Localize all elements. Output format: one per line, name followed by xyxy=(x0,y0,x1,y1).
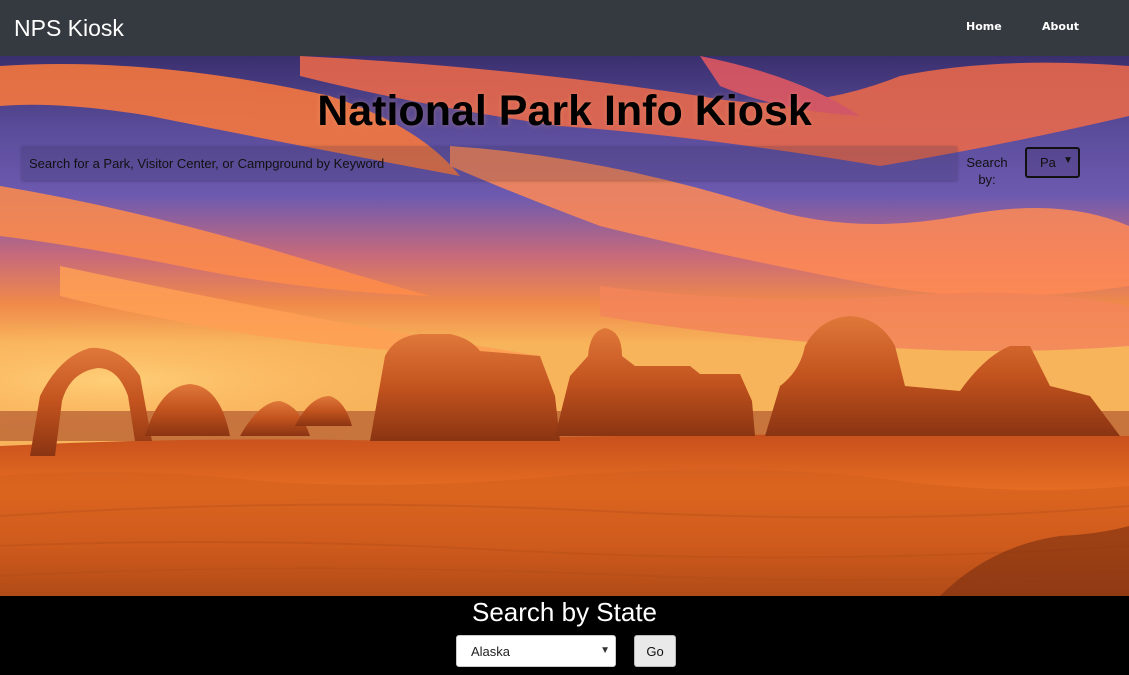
hero-section: National Park Info Kiosk Search by: Park… xyxy=(0,56,1129,596)
hero-background-image xyxy=(0,56,1129,596)
brand-link[interactable]: NPS Kiosk xyxy=(14,13,124,43)
state-selected-value: Alaska xyxy=(471,644,511,659)
chevron-down-icon: ▼ xyxy=(600,645,610,656)
state-search-title: Search by State xyxy=(472,597,657,627)
chevron-down-icon: ▼ xyxy=(1063,155,1073,166)
search-by-label: Search by: xyxy=(966,155,1008,187)
nav-about-link[interactable]: About xyxy=(1042,20,1079,34)
state-select[interactable]: Alaska ▼ xyxy=(456,635,616,667)
keyword-search-input[interactable] xyxy=(22,146,957,180)
search-type-select[interactable]: Parks ▼ xyxy=(1025,147,1080,178)
page-title: National Park Info Kiosk xyxy=(317,87,812,135)
state-search-section: Search by State Alaska ▼ Go xyxy=(0,596,1129,675)
go-button[interactable]: Go xyxy=(634,635,676,667)
search-type-selected-value: Parks xyxy=(1040,155,1056,170)
navbar: NPS Kiosk Home About xyxy=(0,0,1129,56)
nav-home-link[interactable]: Home xyxy=(966,20,1002,34)
